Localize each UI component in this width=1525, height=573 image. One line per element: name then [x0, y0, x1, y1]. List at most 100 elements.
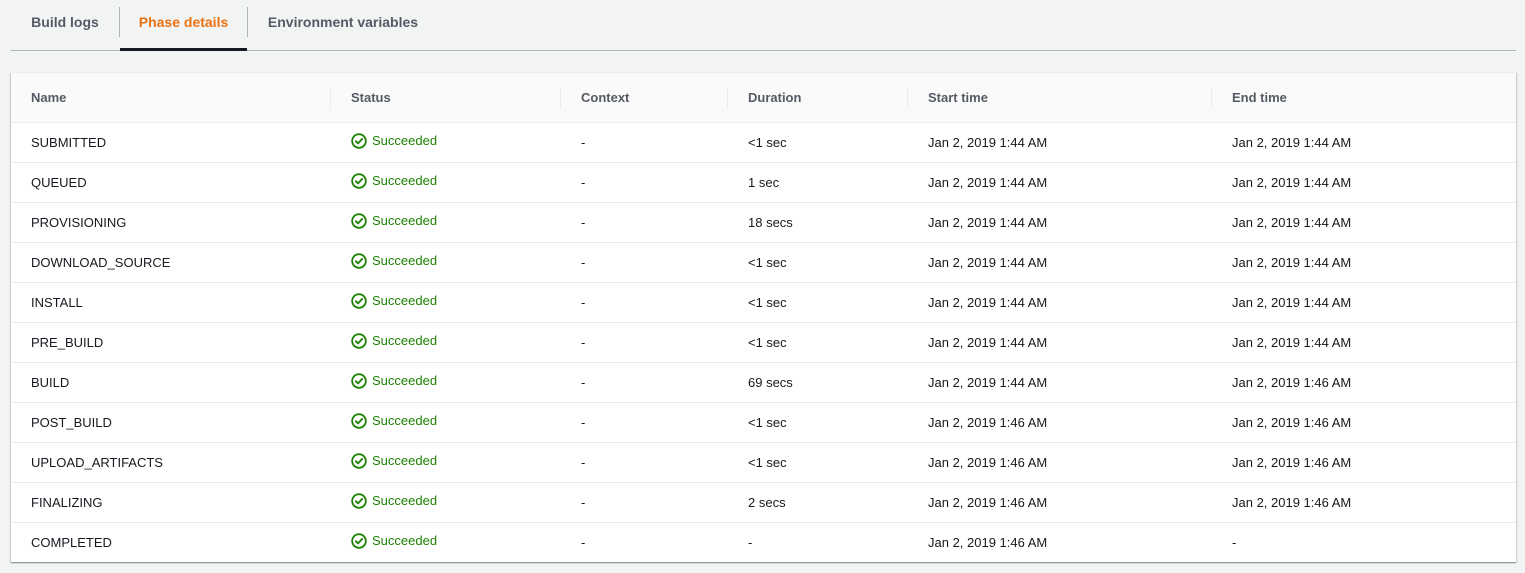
status-label: Succeeded	[372, 253, 438, 268]
status-cell: Succeeded	[331, 362, 561, 402]
status-badge: Succeeded	[351, 452, 438, 469]
cell-context: -	[581, 174, 586, 190]
cell-start: Jan 2, 2019 1:46 AM	[928, 414, 1048, 430]
status-label: Succeeded	[372, 333, 438, 348]
status-badge: Succeeded	[351, 533, 437, 549]
success-check-icon	[351, 212, 367, 229]
cell-context: -	[581, 494, 586, 510]
cell-context: -	[581, 534, 586, 550]
table-row: COMPLETED Succeeded - - Jan 2, 2019 1:46 AM -	[11, 522, 1516, 562]
cell-start: Jan 2, 2019 1:44 AM	[928, 174, 1048, 190]
success-check-icon	[351, 332, 367, 349]
column-header-end-time[interactable]: End time	[1212, 73, 1516, 122]
table-row: QUEUED Succeeded - 1 sec Jan 2, 2019 1:44 AM…	[11, 162, 1516, 202]
status-label: Succeeded	[372, 453, 438, 468]
status-badge: Succeeded	[351, 372, 438, 389]
status-label: Succeeded	[372, 173, 438, 188]
table-row: PRE_BUILD Succeeded - <1 sec Jan 2, 2019 1:4…	[11, 322, 1516, 362]
status-badge: Succeeded	[351, 492, 438, 509]
cell-start: Jan 2, 2019 1:44 AM	[928, 294, 1048, 310]
cell-end: -	[1232, 534, 1237, 550]
cell-context: -	[581, 374, 586, 390]
cell-context: -	[581, 254, 586, 270]
cell-end: Jan 2, 2019 1:46 AM	[1232, 454, 1352, 470]
table-row: BUILD Succeeded - 69 secs Jan 2, 2019 1:44 A…	[11, 362, 1516, 402]
success-check-icon	[351, 372, 367, 389]
cell-start: Jan 2, 2019 1:44 AM	[928, 214, 1048, 230]
table-header-row: Name Status Context Duration Start time …	[11, 73, 1516, 122]
cell-end: Jan 2, 2019 1:44 AM	[1232, 254, 1352, 270]
column-header-duration[interactable]: Duration	[728, 73, 908, 122]
cell-context: -	[581, 334, 586, 350]
table-row: INSTALL Succeeded - <1 sec Jan 2, 2019 1:44 …	[11, 282, 1516, 322]
cell-start: Jan 2, 2019 1:44 AM	[928, 134, 1048, 150]
success-check-icon	[351, 252, 367, 269]
cell-name: QUEUED	[31, 174, 87, 190]
status-badge: Succeeded	[351, 332, 438, 349]
status-badge: Succeeded	[351, 172, 438, 189]
cell-name: PRE_BUILD	[31, 334, 104, 350]
status-cell: Succeeded	[331, 402, 561, 442]
status-label: Succeeded	[372, 293, 438, 308]
status-label: Succeeded	[372, 373, 438, 388]
status-cell: Succeeded	[331, 482, 561, 522]
cell-duration: 2 secs	[748, 494, 786, 510]
status-badge: Succeeded	[351, 252, 438, 269]
cell-name: BUILD	[31, 374, 70, 390]
cell-name: SUBMITTED	[31, 134, 107, 150]
cell-end: Jan 2, 2019 1:44 AM	[1232, 334, 1352, 350]
cell-name: COMPLETED	[31, 534, 112, 550]
status-label: Succeeded	[372, 493, 438, 508]
tab-environment-variables[interactable]: Environment variables	[248, 0, 438, 50]
status-label: Succeeded	[372, 413, 438, 428]
success-check-icon	[351, 292, 367, 309]
column-header-start-time[interactable]: Start time	[908, 73, 1212, 122]
cell-end: Jan 2, 2019 1:44 AM	[1232, 294, 1352, 310]
cell-name: INSTALL	[31, 294, 83, 310]
cell-duration: <1 sec	[748, 454, 787, 470]
cell-duration: <1 sec	[748, 254, 787, 270]
cell-name: PROVISIONING	[31, 214, 127, 230]
status-cell: Succeeded	[331, 162, 561, 202]
status-cell: Succeeded	[331, 442, 561, 482]
status-label: Succeeded	[372, 133, 438, 148]
cell-duration: 1 sec	[748, 174, 780, 190]
status-badge: Succeeded	[351, 132, 438, 149]
cell-duration: <1 sec	[748, 134, 787, 150]
success-check-icon	[351, 172, 367, 189]
column-header-status[interactable]: Status	[331, 73, 561, 122]
table-row: DOWNLOAD_SOURCE Succeeded - <1 sec Jan 2, 20…	[11, 242, 1516, 282]
status-badge: Succeeded	[351, 412, 438, 429]
table-row: PROVISIONING Succeeded - 18 secs Jan 2, 2019…	[11, 202, 1516, 242]
column-header-context[interactable]: Context	[561, 73, 728, 122]
success-check-icon	[351, 492, 367, 509]
cell-end: Jan 2, 2019 1:44 AM	[1232, 174, 1352, 190]
column-header-name[interactable]: Name	[11, 73, 331, 122]
status-badge: Succeeded	[351, 292, 438, 309]
cell-start: Jan 2, 2019 1:46 AM	[928, 454, 1048, 470]
table-row: FINALIZING Succeeded - 2 secs Jan 2, 2019 1:…	[11, 482, 1516, 522]
cell-duration: 69 secs	[748, 374, 793, 390]
cell-end: Jan 2, 2019 1:44 AM	[1232, 214, 1352, 230]
cell-name: FINALIZING	[31, 494, 103, 510]
cell-start: Jan 2, 2019 1:44 AM	[928, 374, 1048, 390]
cell-end: Jan 2, 2019 1:46 AM	[1232, 494, 1352, 510]
cell-context: -	[581, 454, 586, 470]
status-label: Succeeded	[372, 213, 438, 228]
status-cell: Succeeded	[331, 282, 561, 322]
table-row: SUBMITTED Succeeded - <1 sec Jan 2, 2019 1:4…	[11, 122, 1516, 162]
cell-context: -	[581, 134, 586, 150]
tab-phase-details[interactable]: Phase details	[120, 0, 247, 51]
success-check-icon	[351, 132, 367, 149]
cell-end: Jan 2, 2019 1:46 AM	[1232, 414, 1352, 430]
tab-build-logs[interactable]: Build logs	[11, 0, 119, 50]
cell-name: POST_BUILD	[31, 414, 112, 430]
cell-context: -	[581, 414, 586, 430]
cell-duration: 18 secs	[748, 214, 793, 230]
cell-start: Jan 2, 2019 1:46 AM	[928, 494, 1048, 510]
status-badge: Succeeded	[351, 212, 438, 229]
cell-start: Jan 2, 2019 1:44 AM	[928, 254, 1048, 270]
cell-duration: <1 sec	[748, 414, 787, 430]
status-cell: Succeeded	[331, 122, 561, 162]
cell-start: Jan 2, 2019 1:44 AM	[928, 334, 1048, 350]
